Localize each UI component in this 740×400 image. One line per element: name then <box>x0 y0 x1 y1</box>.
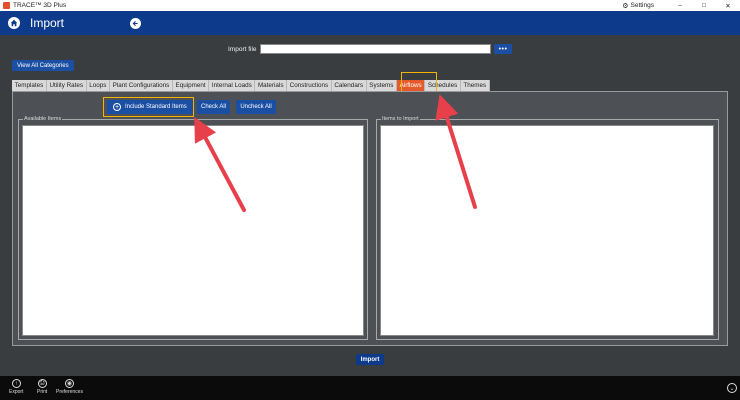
maximize-button[interactable]: □ <box>692 2 716 9</box>
home-button[interactable] <box>8 17 20 29</box>
items-to-import-list[interactable] <box>380 125 714 336</box>
tab-plant-configurations[interactable]: Plant Configurations <box>110 80 173 91</box>
close-window-button[interactable]: ✕ <box>716 2 740 10</box>
tab-systems[interactable]: Systems <box>366 80 397 91</box>
app-title: TRACE™ 3D Plus <box>13 2 67 9</box>
preferences-icon: ◉ <box>64 379 74 388</box>
settings-label: Settings <box>630 2 655 9</box>
settings-button[interactable]: ⚙ Settings <box>622 2 654 10</box>
back-button[interactable] <box>130 17 141 29</box>
preferences-label: Preferences <box>56 389 83 395</box>
export-button[interactable]: ↑ Export <box>9 379 23 395</box>
page-title: Import <box>30 16 65 30</box>
items-to-import-label: Items to Import <box>381 116 420 122</box>
gear-icon: ⚙ <box>622 2 629 10</box>
chevron-down-icon[interactable]: ⌄ <box>727 383 737 393</box>
check-all-button[interactable]: Check All <box>197 100 230 114</box>
browse-file-button[interactable]: ••• <box>494 44 512 54</box>
uncheck-all-button[interactable]: Uncheck All <box>236 100 276 114</box>
tab-constructions[interactable]: Constructions <box>287 80 332 91</box>
tab-utility-rates[interactable]: Utility Rates <box>46 80 87 91</box>
view-all-categories-button[interactable]: View All Categories <box>12 60 74 71</box>
tab-templates[interactable]: Templates <box>12 80 47 91</box>
import-button[interactable]: Import <box>356 354 384 365</box>
minimize-button[interactable]: – <box>668 2 692 9</box>
available-items-list[interactable] <box>22 125 364 336</box>
arrow-left-icon <box>132 20 138 26</box>
page-header: Import <box>0 11 740 35</box>
tab-equipment[interactable]: Equipment <box>172 80 210 91</box>
tab-loops[interactable]: Loops <box>86 80 111 91</box>
print-button[interactable]: ⎙ Print <box>37 379 47 395</box>
include-button-highlight <box>103 97 194 117</box>
import-file-label: Import file <box>228 46 257 53</box>
tab-internal-loads[interactable]: Internal Loads <box>209 80 256 91</box>
home-icon <box>10 19 18 27</box>
export-icon: ↑ <box>11 379 21 388</box>
available-items-label: Available Items <box>23 116 63 122</box>
preferences-button[interactable]: ◉ Preferences <box>56 379 83 395</box>
export-label: Export <box>9 389 24 395</box>
tab-calendars[interactable]: Calendars <box>331 80 367 91</box>
import-file-input[interactable] <box>260 44 491 54</box>
bottom-bar: ↑ Export ⎙ Print ◉ Preferences ⌄ <box>0 376 740 400</box>
tab-themes[interactable]: Themes <box>460 80 490 91</box>
print-icon: ⎙ <box>37 379 47 388</box>
window-titlebar: TRACE™ 3D Plus ⚙ Settings – □ ✕ <box>0 0 740 11</box>
tab-materials[interactable]: Materials <box>255 80 288 91</box>
print-label: Print <box>37 389 48 395</box>
app-logo-icon <box>3 2 10 9</box>
